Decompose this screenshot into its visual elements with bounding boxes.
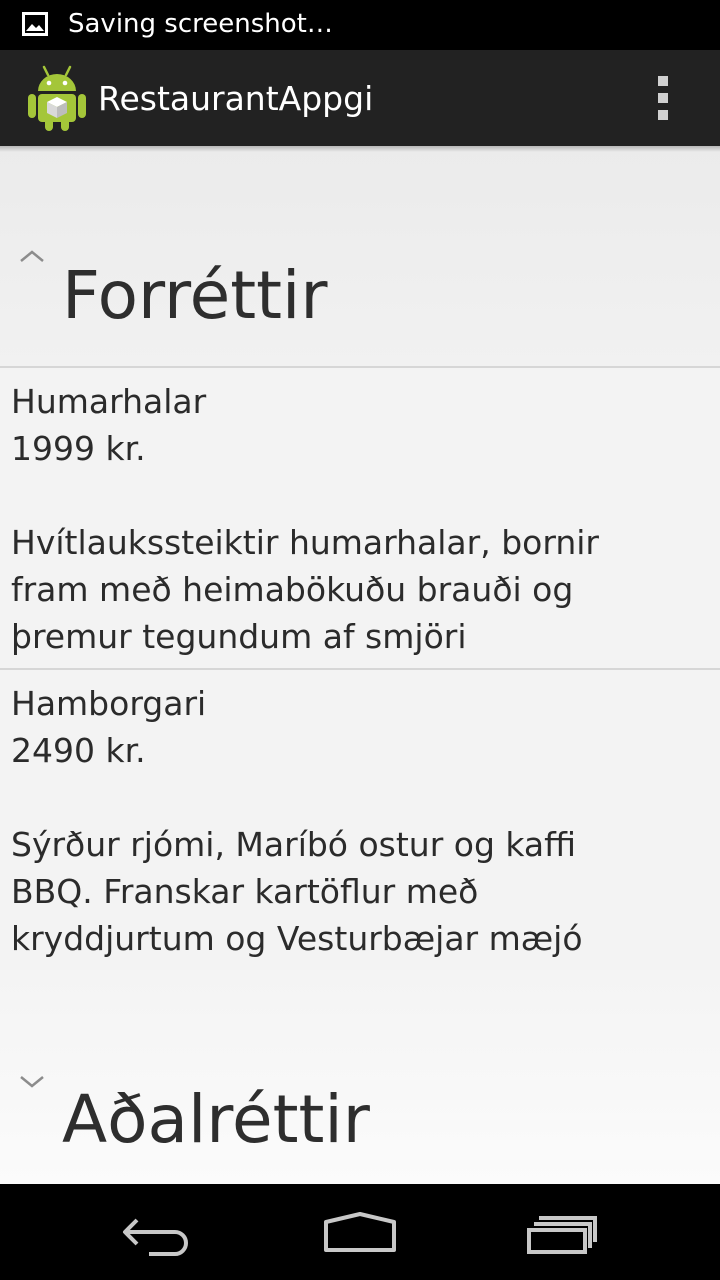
group-title: Aðalréttir	[62, 1081, 370, 1158]
list-item-humarhalar[interactable]: Humarhalar 1999 kr. Hvítlaukssteiktir hu…	[0, 368, 720, 670]
item-description-line: þremur tegundum af smjöri	[11, 617, 467, 656]
chevron-down-icon	[20, 1076, 44, 1088]
home-icon[interactable]	[315, 1204, 405, 1260]
back-icon[interactable]	[115, 1204, 205, 1260]
phone-screen: Saving screenshot… RestaurantAppgi Forré…	[0, 0, 720, 1280]
item-description-line: Sýrður rjómi, Maríbó ostur og kaffi	[11, 825, 577, 864]
item-description-line: BBQ. Franskar kartöflur með	[11, 872, 479, 911]
action-bar-shadow	[0, 146, 720, 152]
action-bar: RestaurantAppgi	[0, 50, 720, 146]
item-description-line: Hvítlaukssteiktir humarhalar, bornir	[11, 523, 599, 562]
item-description-line: kryddjurtum og Vesturbæjar mæjó	[11, 919, 583, 958]
status-notification-text: Saving screenshot…	[68, 9, 333, 39]
group-title: Forréttir	[62, 257, 328, 334]
overflow-menu-button[interactable]	[640, 68, 688, 128]
status-bar: Saving screenshot…	[0, 0, 720, 50]
android-icon[interactable]	[26, 64, 88, 132]
recent-apps-icon[interactable]	[517, 1204, 607, 1260]
item-name: Hamborgari	[11, 684, 207, 723]
item-name: Humarhalar	[11, 382, 207, 421]
group-header-adalrettir[interactable]: Aðalréttir	[0, 970, 720, 1184]
navigation-bar	[0, 1184, 720, 1280]
list-item-hamborgari[interactable]: Hamborgari 2490 kr. Sýrður rjómi, Maríbó…	[0, 670, 720, 972]
overflow-menu-icon	[658, 76, 668, 86]
app-title: RestaurantAppgi	[98, 79, 374, 118]
chevron-up-icon	[20, 250, 44, 262]
item-price: 2490 kr.	[11, 731, 146, 770]
item-description-line: fram með heimabökuðu brauði og	[11, 570, 574, 609]
item-price: 1999 kr.	[11, 429, 146, 468]
group-header-forrettir[interactable]: Forréttir	[0, 146, 720, 368]
image-icon	[22, 12, 48, 36]
menu-expandable-list: Forréttir Humarhalar 1999 kr. Hvítlaukss…	[0, 146, 720, 1184]
